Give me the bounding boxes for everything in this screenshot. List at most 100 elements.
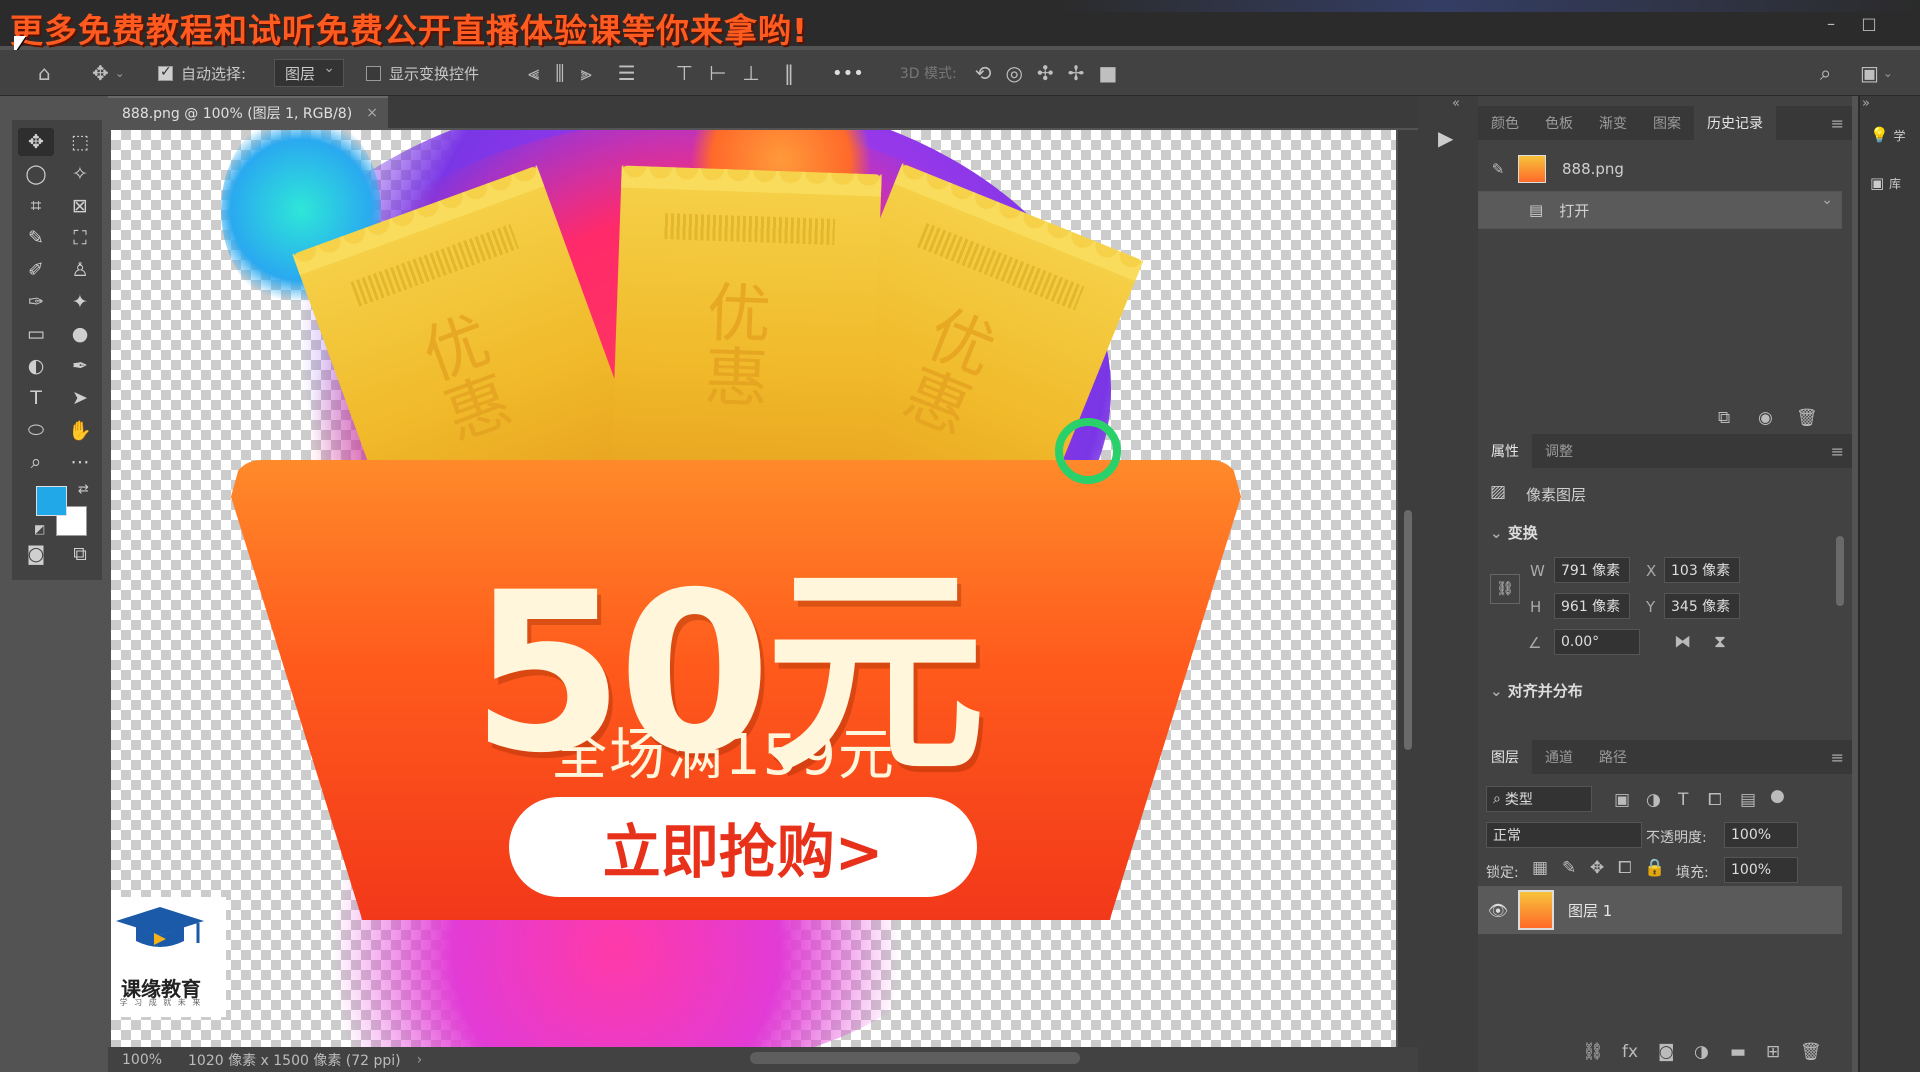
blur-tool-icon[interactable]: ● — [62, 320, 98, 348]
lock-artboard-icon[interactable]: ⧠ — [1618, 858, 1632, 878]
more-tools-icon[interactable]: ⋯ — [62, 448, 98, 476]
align-left-icon[interactable]: ⫷ — [528, 61, 539, 85]
tab-color[interactable]: 颜色 — [1478, 106, 1532, 140]
crop-tool-icon[interactable]: ⌗ — [18, 192, 54, 220]
new-document-from-state-icon[interactable]: ⧉ — [1718, 408, 1730, 428]
canvas[interactable]: 优惠 优惠 优惠 50元 全场满159元 立即抢购> 课缘教育 学 习 成 就 … — [111, 130, 1396, 1047]
search-icon[interactable]: ⌕ — [1820, 61, 1831, 85]
collapse-arrows-icon[interactable]: « — [1452, 96, 1460, 111]
3d-pan-icon[interactable]: ✣ — [1037, 61, 1054, 85]
blend-mode-select[interactable]: 正常 — [1486, 822, 1642, 848]
horizontal-scroll-thumb[interactable] — [750, 1052, 1080, 1064]
tab-history[interactable]: 历史记录 — [1694, 106, 1776, 140]
move-tool-preset[interactable]: ✥ ⌄ — [92, 50, 125, 96]
lock-position-icon[interactable]: ✥ — [1590, 858, 1604, 878]
new-layer-icon[interactable]: ⊞ — [1766, 1042, 1780, 1062]
layer-filter-select[interactable]: ⌕ 类型 — [1486, 786, 1592, 812]
adjustment-layer-icon[interactable]: ◑ — [1694, 1042, 1709, 1062]
transform-section-title[interactable]: 变换 — [1490, 522, 1538, 543]
quick-mask-icon[interactable]: ◙ — [18, 540, 54, 568]
zoom-level[interactable]: 100% — [108, 1052, 168, 1068]
y-field[interactable]: 345 像素 — [1664, 593, 1740, 619]
distribute-vertical-icon[interactable]: ‖ — [784, 61, 794, 85]
eraser-tool-icon[interactable]: ✦ — [62, 288, 98, 316]
pen-tool-icon[interactable]: ✒ — [62, 352, 98, 380]
trash-icon[interactable]: 🗑 — [1796, 408, 1818, 428]
tab-swatches[interactable]: 色板 — [1532, 106, 1586, 140]
auto-select-checkbox[interactable]: 自动选择: — [158, 50, 246, 96]
more-options-button[interactable]: ••• — [832, 63, 864, 84]
gradient-tool-icon[interactable]: ▭ — [18, 320, 54, 348]
foreground-color-swatch[interactable] — [36, 486, 67, 516]
new-group-icon[interactable]: ▬ — [1730, 1042, 1746, 1062]
path-select-tool-icon[interactable]: ➤ — [62, 384, 98, 412]
align-bottom-icon[interactable]: ⊥ — [743, 61, 760, 85]
vertical-scrollbar[interactable] — [1398, 130, 1418, 1047]
link-layers-icon[interactable]: ⛓ — [1582, 1042, 1604, 1062]
filter-type-icon[interactable]: T — [1678, 790, 1688, 810]
show-transform-checkbox[interactable]: 显示变换控件 — [366, 50, 479, 96]
learn-panel-button[interactable]: 💡 学 — [1870, 126, 1905, 144]
history-brush-tool-icon[interactable]: ✑ — [18, 288, 54, 316]
camera-icon[interactable]: ◉ — [1758, 408, 1773, 428]
properties-scrollbar[interactable] — [1836, 536, 1844, 606]
auto-select-target-select[interactable]: 图层 — [274, 59, 345, 87]
tab-adjustments[interactable]: 调整 — [1532, 434, 1586, 468]
3d-roll-icon[interactable]: ◎ — [1005, 61, 1022, 85]
lock-all-icon[interactable]: 🔒 — [1644, 858, 1665, 878]
hand-tool-icon[interactable]: ✋ — [62, 416, 98, 444]
history-step[interactable]: ▤ 打开 — [1478, 191, 1842, 229]
distribute-icon[interactable]: ☰ — [618, 61, 636, 85]
lock-pixels-icon[interactable]: ✎ — [1562, 858, 1576, 878]
workspace-icon[interactable]: ▣ — [1860, 61, 1879, 85]
dodge-tool-icon[interactable]: ◐ — [18, 352, 54, 380]
show-transform-check[interactable] — [366, 65, 381, 81]
status-menu-arrow[interactable]: › — [417, 1052, 423, 1068]
eyedropper-tool-icon[interactable]: ✎ — [18, 224, 54, 252]
visibility-eye-icon[interactable]: 👁 — [1478, 901, 1518, 920]
tab-gradients[interactable]: 渐变 — [1586, 106, 1640, 140]
filter-pixel-icon[interactable]: ▣ — [1614, 790, 1630, 810]
document-tab[interactable]: 888.png @ 100% (图层 1, RGB/8) × — [108, 96, 388, 128]
add-mask-icon[interactable]: ◙ — [1658, 1042, 1675, 1062]
align-right-icon[interactable]: ⫸ — [580, 61, 591, 85]
filter-adjustment-icon[interactable]: ◑ — [1646, 790, 1661, 810]
filter-shape-icon[interactable]: ⧠ — [1708, 790, 1722, 810]
default-colors-icon[interactable]: ◩ — [34, 522, 45, 536]
delete-layer-icon[interactable]: 🗑 — [1800, 1042, 1822, 1062]
frame-tool-icon[interactable]: ⊠ — [62, 192, 98, 220]
minimize-button[interactable]: – — [1820, 14, 1842, 33]
width-field[interactable]: 791 像素 — [1554, 557, 1630, 583]
patch-tool-icon[interactable]: ⛶ — [62, 224, 98, 252]
lock-transparent-icon[interactable]: ▦ — [1532, 858, 1548, 878]
move-tool-icon[interactable]: ✥ — [18, 128, 54, 156]
flip-horizontal-icon[interactable]: ⧓ — [1674, 632, 1691, 652]
stamp-tool-icon[interactable]: ♙ — [62, 256, 98, 284]
panel-menu-icon[interactable]: ≡ — [1831, 442, 1844, 461]
type-tool-icon[interactable]: T — [18, 384, 54, 412]
history-snapshot[interactable]: ✎ 888.png — [1478, 150, 1842, 188]
link-dimensions-icon[interactable]: ⛓ — [1490, 574, 1520, 604]
tab-layers[interactable]: 图层 — [1478, 740, 1532, 774]
layer-row[interactable]: 👁 图层 1 — [1478, 886, 1842, 934]
opacity-field[interactable]: 100% — [1724, 822, 1798, 848]
history-brush-source-icon[interactable]: ✎ — [1478, 160, 1518, 178]
x-field[interactable]: 103 像素 — [1664, 557, 1740, 583]
expand-arrows-icon[interactable]: » — [1862, 96, 1870, 111]
home-button[interactable]: ⌂ — [38, 50, 51, 96]
tab-channels[interactable]: 通道 — [1532, 740, 1586, 774]
layer-style-icon[interactable]: fx — [1622, 1042, 1638, 1062]
fill-field[interactable]: 100% — [1724, 857, 1798, 883]
restore-button[interactable]: □ — [1858, 14, 1880, 33]
filter-smart-object-icon[interactable]: ▤ — [1740, 790, 1756, 810]
panel-menu-icon[interactable]: ≡ — [1831, 748, 1844, 767]
zoom-tool-icon[interactable]: ⌕ — [18, 448, 54, 476]
tab-patterns[interactable]: 图案 — [1640, 106, 1694, 140]
tab-properties[interactable]: 属性 — [1478, 434, 1532, 468]
libraries-panel-button[interactable]: ▣ 库 — [1870, 174, 1901, 192]
filter-toggle-icon[interactable]: ● — [1770, 786, 1785, 806]
3d-camera-icon[interactable]: ■ — [1098, 61, 1117, 85]
screen-mode-icon[interactable]: ⧉ — [62, 540, 98, 568]
vertical-scroll-thumb[interactable] — [1404, 510, 1412, 750]
tab-paths[interactable]: 路径 — [1586, 740, 1640, 774]
